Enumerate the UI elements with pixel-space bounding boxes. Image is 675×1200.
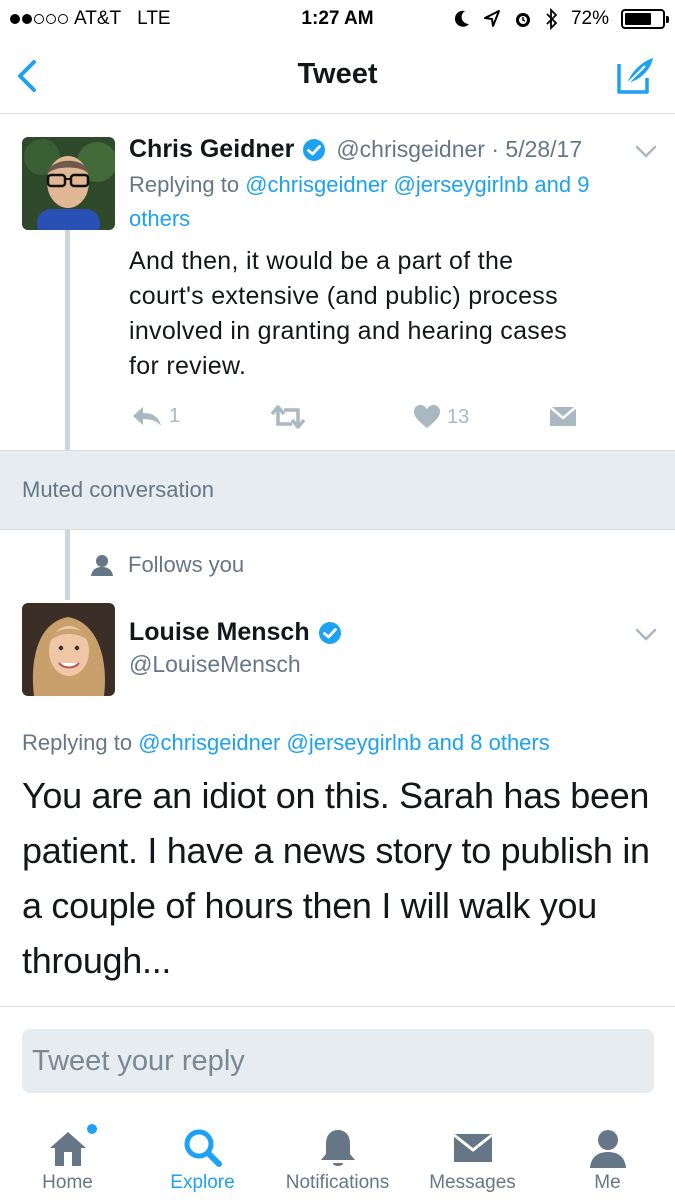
tweet1-text: And then, it would be a part of the cour… [129, 244, 659, 384]
divider [0, 1006, 675, 1007]
verified-badge-icon [318, 621, 341, 644]
thread-line [65, 530, 70, 600]
follows-you-label: Follows you [128, 552, 245, 577]
page-title: Tweet [297, 58, 378, 90]
battery-percent: 72% [570, 8, 609, 29]
tweet2-display-name[interactable]: Louise Mensch [129, 618, 310, 647]
like-count: 13 [447, 405, 470, 428]
reply-icon [133, 407, 161, 426]
envelope-icon [549, 406, 577, 426]
retweet-button[interactable] [270, 404, 306, 430]
tab-notifications-label: Notifications [285, 1172, 390, 1193]
tweet1-handle-date: @chrisgeidner · 5/28/17 [336, 136, 583, 162]
retweet-icon [270, 405, 306, 429]
moon-icon [454, 10, 469, 27]
notification-dot [87, 1124, 97, 1134]
reply-button[interactable]: 1 [131, 404, 180, 428]
tab-me[interactable]: Me [540, 1110, 675, 1200]
replying-to-others-link[interactable]: others [129, 206, 190, 231]
direct-message-button[interactable] [549, 404, 577, 428]
status-bar: AT&T LTE 1:27 AM 72% [0, 0, 675, 38]
replying-to-users-link[interactable]: @chrisgeidner @jerseygirlnb and 9 [245, 172, 589, 197]
tweet1-text-line: And then, it would be a part of the [129, 247, 514, 275]
tab-messages-label: Messages [429, 1172, 516, 1193]
muted-conversation-banner[interactable]: Muted conversation [0, 450, 675, 530]
reply-input[interactable] [22, 1029, 654, 1093]
verified-badge-icon [303, 138, 326, 161]
battery-icon [621, 9, 669, 29]
replying-to-users-link[interactable]: @chrisgeidner @jerseygirlnb and 8 others [138, 730, 550, 755]
tweet2-text-line: You are an idiot on this. Sarah has been [22, 775, 650, 816]
replying-prefix: Replying to [129, 172, 240, 197]
chevron-down-icon[interactable] [635, 628, 657, 642]
reply-count: 1 [169, 404, 181, 427]
tab-home[interactable]: Home [0, 1110, 135, 1200]
tweet1-text-line: for review. [129, 352, 247, 380]
bluetooth-icon [546, 8, 558, 30]
envelope-icon [452, 1133, 493, 1162]
tweet2-text-line: patient. I have a news story to publish … [22, 830, 650, 871]
tweet2-text-line: through... [22, 940, 172, 981]
tweet2-header: Louise Mensch [129, 618, 342, 647]
follows-you-indicator: Follows you [90, 552, 244, 578]
like-button[interactable]: 13 [413, 404, 469, 430]
person-icon [589, 1130, 626, 1168]
navigation-bar: Tweet [0, 38, 675, 114]
tweet2-text-line: a couple of hours then I will walk you [22, 885, 597, 926]
alarm-icon [515, 13, 530, 27]
tab-notifications[interactable]: Notifications [270, 1110, 405, 1200]
home-icon [49, 1132, 86, 1166]
tab-explore[interactable]: Explore [135, 1110, 270, 1200]
replying-prefix: Replying to [22, 730, 133, 755]
avatar-louise-mensch[interactable] [22, 603, 115, 696]
tweet1-text-line: involved in granting and hearing cases [129, 317, 568, 345]
tweet1-replying-to: Replying to @chrisgeidner @jerseygirlnb … [129, 168, 659, 236]
heart-icon [414, 405, 440, 428]
search-icon [184, 1129, 222, 1167]
location-arrow-icon [483, 10, 500, 27]
bottom-tab-bar: Home Explore Notifications Messages Me [0, 1110, 675, 1200]
bell-icon [320, 1130, 355, 1166]
tab-messages[interactable]: Messages [405, 1110, 540, 1200]
muted-conversation-label: Muted conversation [22, 477, 214, 502]
tweet1-header: Chris Geidner @chrisgeidner · 5/28/17 [129, 135, 582, 164]
tab-home-label: Home [42, 1172, 93, 1193]
chevron-down-icon[interactable] [635, 145, 657, 159]
status-right: 72% [453, 8, 669, 30]
tweet2-text: You are an idiot on this. Sarah has been… [22, 768, 662, 988]
tweet2-handle: @LouiseMensch [129, 651, 301, 677]
tweet1-text-line: court's extensive (and public) process [129, 282, 558, 310]
compose-tweet-icon[interactable] [615, 54, 657, 96]
person-icon [91, 555, 113, 576]
thread-line [65, 230, 70, 450]
avatar-chris-geidner[interactable] [22, 137, 115, 230]
tab-explore-label: Explore [170, 1172, 235, 1193]
tweet1-display-name[interactable]: Chris Geidner [129, 135, 294, 164]
tab-me-label: Me [594, 1172, 621, 1193]
tweet2-replying-to: Replying to @chrisgeidner @jerseygirlnb … [22, 730, 550, 756]
